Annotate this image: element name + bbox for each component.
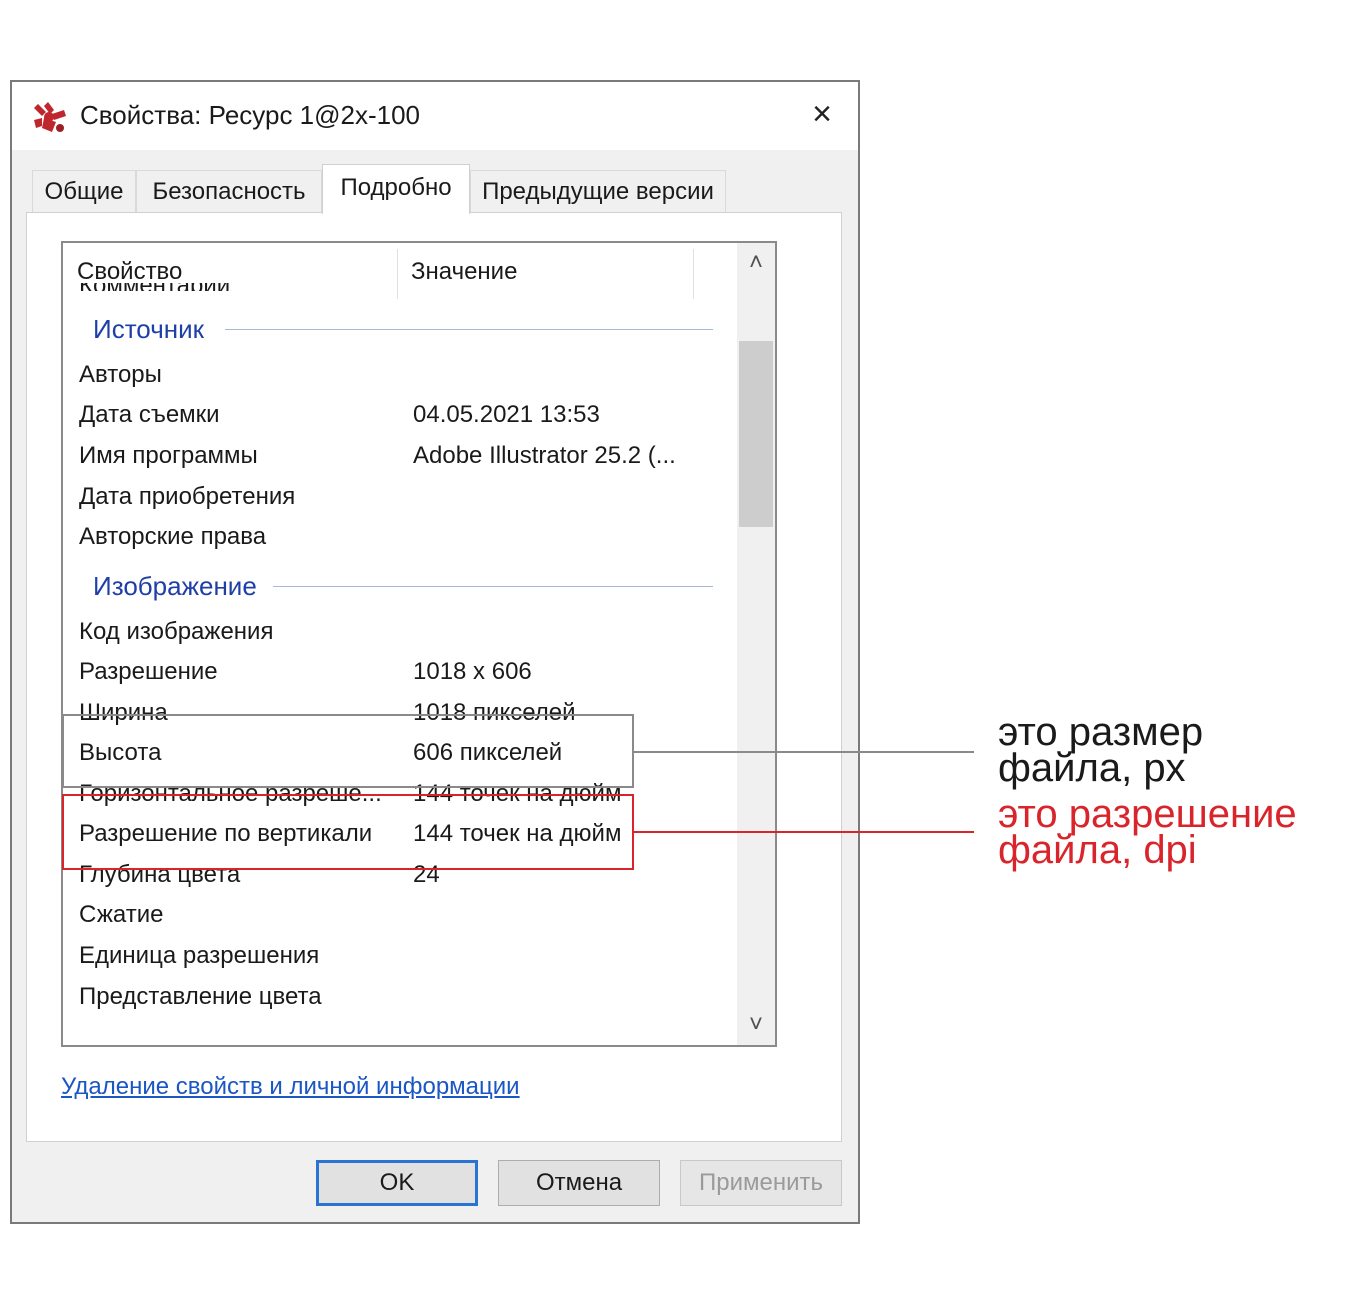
property-name: Код изображения <box>79 618 274 645</box>
title-bar: Свойства: Ресурс 1@2x-100 × <box>12 82 858 150</box>
property-name: Авторы <box>79 361 162 388</box>
close-icon[interactable]: × <box>800 92 844 136</box>
scroll-up-icon[interactable]: ˄ <box>737 243 775 283</box>
property-name: Комментарии <box>79 283 399 291</box>
tab-general[interactable]: Общие <box>32 170 136 212</box>
property-name: Дата съемки <box>79 401 220 428</box>
properties-dialog: Свойства: Ресурс 1@2x-100 × Общие Безопа… <box>10 80 860 1224</box>
cancel-button[interactable]: Отмена <box>498 1160 660 1206</box>
group-header-source[interactable]: Источник <box>93 309 204 349</box>
remove-properties-link[interactable]: Удаление свойств и личной информации <box>61 1073 520 1101</box>
dpi-note: это разрешение файла, dpi <box>998 792 1297 872</box>
window-title: Свойства: Ресурс 1@2x-100 <box>80 100 421 130</box>
property-name: Авторские права <box>79 523 267 550</box>
group-header-image[interactable]: Изображение <box>93 566 257 606</box>
dpi-leader-line <box>634 831 974 833</box>
app-icon <box>34 102 66 132</box>
property-value: Adobe Illustrator 25.2 (... <box>413 442 676 469</box>
size-note: это размер файла, px <box>998 710 1204 790</box>
property-name: Сжатие <box>79 901 164 928</box>
property-name: Единица разрешения <box>79 942 320 969</box>
property-value: 04.05.2021 13:53 <box>413 401 600 428</box>
dpi-note-line-2: файла, dpi <box>998 828 1197 872</box>
tab-details[interactable]: Подробно <box>322 164 470 214</box>
dpi-note-line-1: это разрешение <box>998 792 1297 836</box>
rows-area: Комментарии Источник Авторы Дата съемки … <box>63 283 739 1041</box>
properties-list[interactable]: Свойство Значение Комментарии Источник А… <box>61 241 777 1047</box>
property-name: Представление цвета <box>79 983 322 1010</box>
details-panel: Свойство Значение Комментарии Источник А… <box>26 212 842 1142</box>
property-value: 1018 x 606 <box>413 658 532 685</box>
scroll-down-icon[interactable]: ˅ <box>737 1005 775 1045</box>
property-name: Разрешение <box>79 658 218 685</box>
scroll-thumb[interactable] <box>739 341 773 527</box>
size-note-line-1: это размер <box>998 710 1204 754</box>
tab-previous-versions[interactable]: Предыдущие версии <box>470 170 726 212</box>
property-name: Имя программы <box>79 442 258 469</box>
group-divider <box>225 329 713 330</box>
dpi-highlight-box <box>62 794 634 870</box>
size-leader-line <box>634 751 974 753</box>
apply-button[interactable]: Применить <box>680 1160 842 1206</box>
size-highlight-box <box>62 714 634 788</box>
vertical-scrollbar[interactable]: ˄ ˅ <box>737 243 775 1045</box>
size-note-line-2: файла, px <box>998 746 1186 790</box>
group-divider <box>273 586 713 587</box>
property-name: Дата приобретения <box>79 483 296 510</box>
ok-button[interactable]: OK <box>316 1160 478 1206</box>
tab-security[interactable]: Безопасность <box>136 170 322 212</box>
